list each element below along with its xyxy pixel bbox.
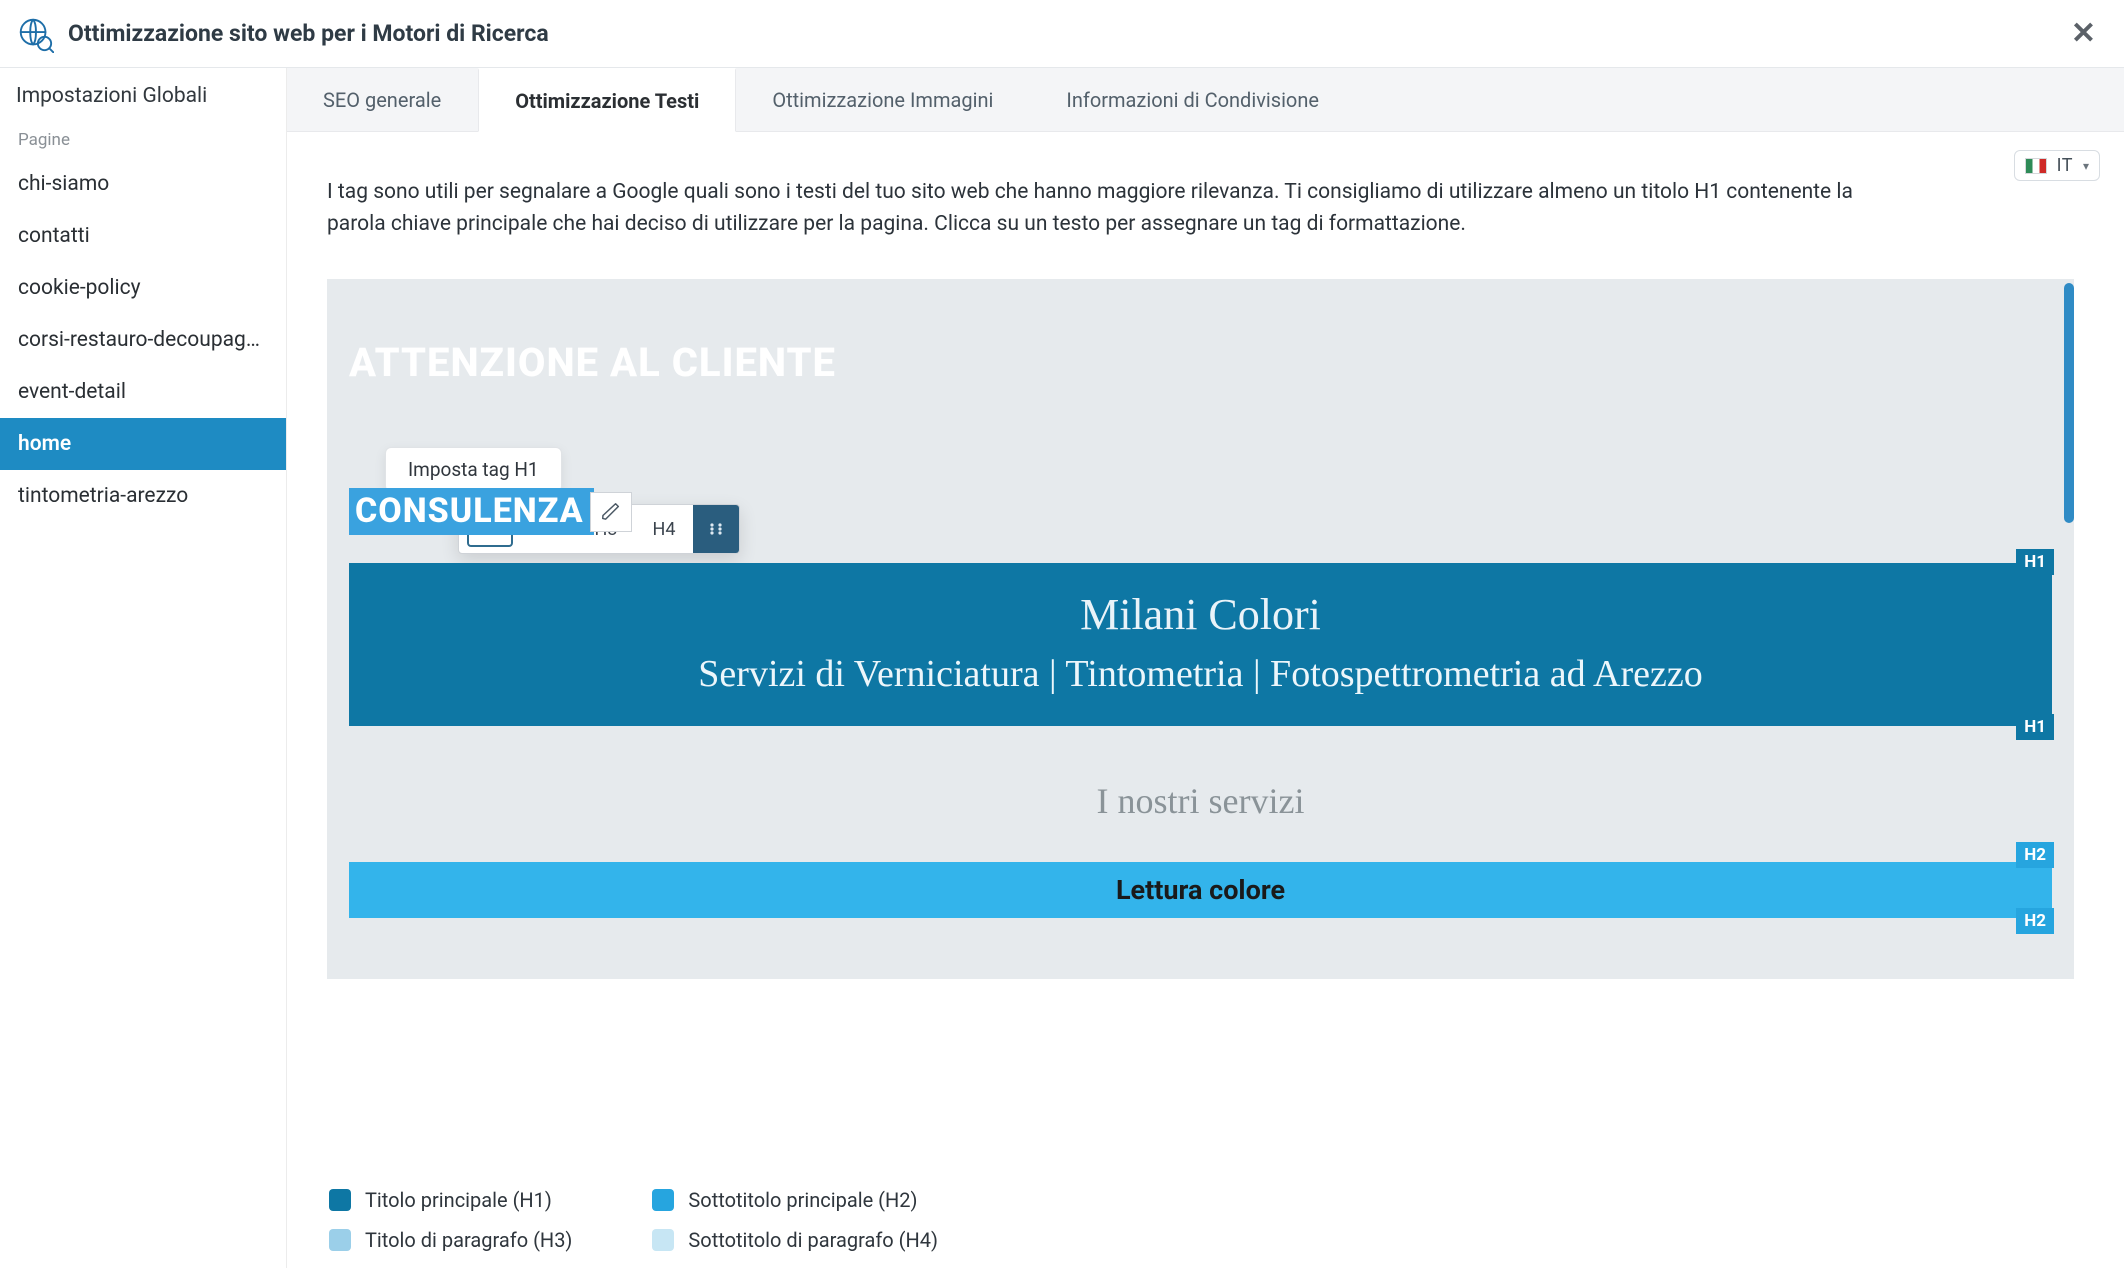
- legend-swatch-h3: [329, 1229, 351, 1251]
- app-title: Ottimizzazione sito web per i Motori di …: [68, 20, 549, 47]
- h1-badge-top: H1: [2016, 549, 2054, 575]
- drag-handle-icon[interactable]: [693, 505, 739, 553]
- preview-h1-line2: Servizi di Verniciatura | Tintometria | …: [371, 652, 2030, 696]
- legend-h2-label: Sottotitolo principale (H2): [688, 1188, 917, 1212]
- sidebar-global-settings[interactable]: Impostazioni Globali: [0, 68, 286, 122]
- tabs: SEO generale Ottimizzazione Testi Ottimi…: [287, 68, 2124, 132]
- preview-h1-line1: Milani Colori: [371, 589, 2030, 640]
- preview-h2-text: Lettura colore: [1116, 874, 1285, 906]
- legend-swatch-h2: [652, 1189, 674, 1211]
- h2-badge-bottom: H2: [2016, 908, 2054, 934]
- language-selector[interactable]: IT ▾: [2014, 150, 2100, 181]
- seo-globe-icon: [16, 15, 54, 53]
- sidebar-item-cookie-policy[interactable]: cookie-policy: [0, 262, 286, 314]
- h2-badge-top: H2: [2016, 842, 2054, 868]
- edit-selection-icon[interactable]: [590, 492, 632, 532]
- heading-option-h4[interactable]: H4: [635, 505, 693, 553]
- preview-canvas: ATTENZIONE AL CLIENTE FORMAZIONE Imposta…: [327, 279, 2074, 979]
- sidebar-section-title: Pagine: [0, 122, 286, 158]
- tab-informazioni-condivisione[interactable]: Informazioni di Condivisione: [1030, 68, 1356, 131]
- main: SEO generale Ottimizzazione Testi Ottimi…: [287, 68, 2124, 1268]
- heading-legend: Titolo principale (H1) Titolo di paragra…: [327, 1188, 2074, 1252]
- h1-badge-bottom: H1: [2016, 714, 2054, 740]
- sidebar-item-home[interactable]: home: [0, 418, 286, 470]
- sidebar-item-event-detail[interactable]: event-detail: [0, 366, 286, 418]
- preview-h1-block[interactable]: H1 Milani Colori Servizi di Verniciatura…: [349, 563, 2052, 726]
- preview-scrollbar[interactable]: [2064, 283, 2074, 523]
- sidebar-item-corsi-restauro[interactable]: corsi-restauro-decoupage-…: [0, 314, 286, 366]
- sidebar-item-tintometria[interactable]: tintometria-arezzo: [0, 470, 286, 522]
- preview-selected-text[interactable]: CONSULENZA: [349, 488, 594, 535]
- legend-h1-label: Titolo principale (H1): [365, 1188, 552, 1212]
- chevron-down-icon: ▾: [2083, 159, 2089, 173]
- language-code: IT: [2057, 155, 2073, 176]
- preview-faint-text-1[interactable]: ATTENZIONE AL CLIENTE: [349, 339, 2052, 386]
- legend-swatch-h4: [652, 1229, 674, 1251]
- sidebar-item-contatti[interactable]: contatti: [0, 210, 286, 262]
- tab-ottimizzazione-testi[interactable]: Ottimizzazione Testi: [478, 68, 736, 132]
- legend-swatch-h1: [329, 1189, 351, 1211]
- set-h1-tooltip: Imposta tag H1: [385, 447, 562, 492]
- preview-h2-block[interactable]: H2 Lettura colore H2: [349, 862, 2052, 918]
- close-icon[interactable]: ✕: [2065, 15, 2102, 53]
- app-header: Ottimizzazione sito web per i Motori di …: [0, 0, 2124, 68]
- tab-seo-generale[interactable]: SEO generale: [287, 68, 478, 131]
- legend-h4-label: Sottotitolo di paragrafo (H4): [688, 1228, 938, 1252]
- legend-h3-label: Titolo di paragrafo (H3): [365, 1228, 572, 1252]
- italy-flag-icon: [2025, 158, 2047, 174]
- sidebar-item-chi-siamo[interactable]: chi-siamo: [0, 158, 286, 210]
- intro-text: I tag sono utili per segnalare a Google …: [327, 177, 1887, 240]
- preview-services-title[interactable]: I nostri servizi: [349, 780, 2052, 822]
- tab-ottimizzazione-immagini[interactable]: Ottimizzazione Immagini: [736, 68, 1030, 131]
- sidebar: Impostazioni Globali Pagine chi-siamo co…: [0, 68, 287, 1268]
